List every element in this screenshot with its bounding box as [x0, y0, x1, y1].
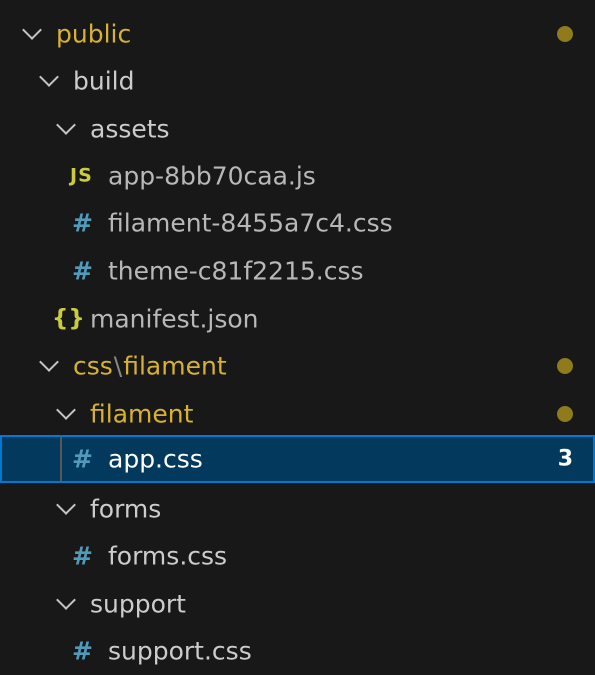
chevron-down-icon[interactable] [39, 66, 59, 87]
tree-item-manifest-json-file[interactable]: {} manifest.json [0, 295, 595, 342]
folder-label: assets [90, 114, 170, 143]
chevron-down-icon[interactable] [56, 589, 76, 610]
problem-count-badge: 3 [557, 446, 573, 472]
chevron-down-icon[interactable] [39, 351, 59, 372]
tree-item-assets-folder[interactable]: assets [0, 105, 595, 152]
json-file-icon: {} [52, 305, 85, 331]
tree-item-forms-css-file[interactable]: # forms.css [0, 532, 595, 579]
modified-dot-icon [557, 25, 573, 42]
css-file-icon: # [72, 444, 93, 474]
file-label: app.css [108, 444, 203, 474]
tree-item-build-folder[interactable]: build [0, 57, 595, 104]
css-file-icon: # [72, 541, 93, 570]
chevron-down-icon[interactable] [56, 399, 76, 420]
chevron-down-icon[interactable] [56, 494, 76, 515]
folder-label: css\filament [73, 353, 227, 378]
tree-item-app-js-file[interactable]: JS app-8bb70caa.js [0, 152, 595, 199]
modified-dot-icon [557, 405, 573, 422]
chevron-down-icon[interactable] [22, 19, 42, 40]
folder-label: forms [90, 494, 162, 523]
file-label: theme-c81f2215.css [108, 256, 364, 285]
path-separator: \ [113, 351, 123, 380]
folder-label: public [56, 19, 132, 48]
css-file-icon: # [72, 208, 93, 237]
css-file-icon: # [72, 256, 93, 285]
tree-item-support-folder[interactable]: support [0, 580, 595, 627]
tree-item-theme-css-file[interactable]: # theme-c81f2215.css [0, 247, 595, 294]
tree-item-css-filament-folder[interactable]: css\filament [0, 342, 595, 389]
folder-label-part1: css [73, 351, 113, 380]
folder-label: filament [90, 399, 194, 428]
tree-item-forms-folder[interactable]: forms [0, 485, 595, 532]
chevron-down-icon[interactable] [56, 114, 76, 135]
folder-label-part2: filament [123, 351, 227, 380]
css-file-icon: # [72, 636, 93, 665]
file-label: app-8bb70caa.js [108, 161, 316, 190]
file-label: support.css [108, 636, 252, 665]
tree-item-app-css-file[interactable]: # app.css 3 [0, 435, 595, 483]
tree-item-filament-css-file[interactable]: # filament-8455a7c4.css [0, 199, 595, 246]
tree-item-support-css-file[interactable]: # support.css [0, 627, 595, 674]
tree-item-filament-folder[interactable]: filament [0, 390, 595, 437]
js-file-icon: JS [70, 164, 93, 186]
modified-dot-icon [557, 357, 573, 374]
tree-item-public-folder[interactable]: public [0, 10, 595, 57]
file-label: manifest.json [90, 304, 259, 333]
file-label: filament-8455a7c4.css [108, 208, 393, 237]
folder-label: build [73, 66, 135, 95]
indent-guide [60, 437, 62, 481]
file-label: forms.css [108, 541, 228, 570]
folder-label: support [90, 589, 186, 618]
file-explorer-tree: public build assets JS app-8bb70caa.js #… [0, 0, 595, 675]
